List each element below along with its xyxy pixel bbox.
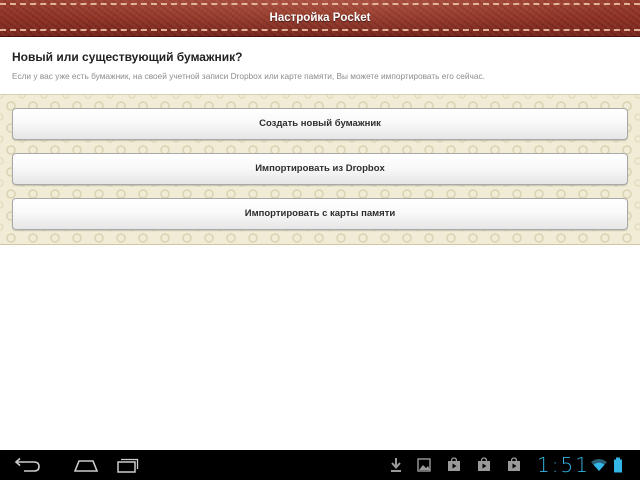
page-description: Если у вас уже есть бумажник, на своей у… [12,71,485,81]
import-dropbox-button[interactable]: Импортировать из Dropbox [12,153,628,185]
back-button[interactable] [4,450,48,480]
title-bar: Настройка Pocket [0,0,640,37]
wifi-icon [590,457,608,473]
play-store-icon [506,457,522,473]
import-sdcard-button[interactable]: Импортировать с карты памяти [12,198,628,230]
navigation-bar: 1:51 [0,450,640,480]
play-store-icon [476,457,492,473]
recent-apps-icon [117,458,139,473]
back-icon [14,457,40,472]
page-heading: Новый или существующий бумажник? [12,50,243,64]
play-store-icon [446,457,462,473]
create-wallet-button[interactable]: Создать новый бумажник [12,108,628,140]
clock[interactable]: 1:51 [537,452,590,478]
download-icon [388,457,404,473]
app-title: Настройка Pocket [269,12,371,24]
image-icon [416,457,432,473]
recent-apps-button[interactable] [104,450,148,480]
battery-icon [612,457,624,473]
